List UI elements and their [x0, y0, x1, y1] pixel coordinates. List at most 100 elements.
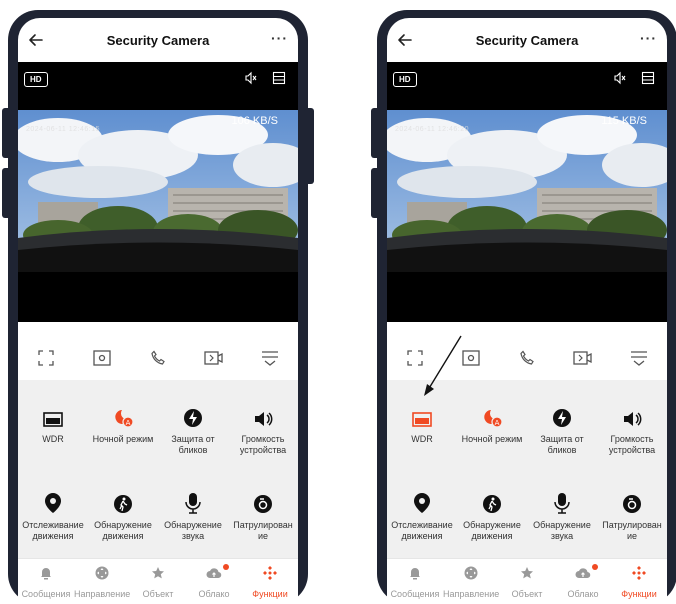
phone-side-button [371, 108, 381, 158]
layout-icon[interactable] [272, 71, 286, 85]
annotation-arrow-icon [424, 335, 462, 396]
feature-label: Защита от бликов [540, 434, 584, 455]
tab-label: Сообщения [390, 589, 440, 599]
tab-messages[interactable]: Сообщения [18, 559, 74, 604]
tab-object[interactable]: Объект [130, 559, 186, 604]
star-icon [152, 567, 164, 579]
record-video-icon[interactable] [202, 346, 226, 370]
feature-motion-detection[interactable]: Обнаружение движения [88, 488, 158, 542]
tab-functions[interactable]: Функции [242, 559, 298, 604]
anti-flicker-icon [553, 409, 571, 427]
night-mode-icon: A [484, 410, 503, 428]
phone-call-icon[interactable] [146, 346, 170, 370]
microphone-icon [554, 493, 570, 514]
feature-night-mode[interactable]: A Ночной режим [88, 402, 158, 445]
hd-toggle[interactable]: HD [24, 72, 48, 87]
joystick-icon [95, 566, 109, 580]
page-title: Security Camera [106, 32, 210, 48]
tab-object[interactable]: Объект [499, 559, 555, 604]
collapse-menu-icon[interactable] [258, 346, 282, 370]
volume-icon [624, 412, 642, 426]
tab-label: Облако [567, 589, 599, 599]
features-panel: WDR A Ночной режим Защита от бликов Гром… [387, 380, 667, 558]
feature-label: Отслеживание движения [22, 520, 84, 541]
tab-label: Объект [142, 589, 174, 599]
camera-feed-image [387, 110, 667, 272]
bell-icon [410, 568, 420, 580]
tab-direction[interactable]: Направление [74, 559, 130, 604]
control-bar [18, 336, 298, 380]
feature-label: Громкость устройства [608, 434, 656, 455]
features-panel: WDR A Ночной режим Защита от бликов Гром… [18, 380, 298, 558]
feature-patrol[interactable]: Патрулирован ие [228, 488, 298, 542]
more-options-icon[interactable]: ··· [271, 30, 288, 46]
bitrate-readout: 106 KB/S [231, 115, 278, 127]
tab-direction[interactable]: Направление [443, 559, 499, 604]
feature-label: Громкость устройства [239, 434, 287, 455]
mute-icon[interactable] [244, 71, 258, 85]
collapse-menu-icon[interactable] [627, 346, 651, 370]
phone-side-button [2, 168, 12, 218]
feature-night-mode[interactable]: A Ночной режим [457, 402, 527, 445]
feature-motion-detection[interactable]: Обнаружение движения [457, 488, 527, 542]
tab-label: Сообщения [21, 589, 71, 599]
feature-anti-flicker[interactable]: Защита от бликов [527, 402, 597, 456]
tab-messages[interactable]: Сообщения [387, 559, 443, 604]
phone-call-icon[interactable] [515, 346, 539, 370]
feature-wdr[interactable]: WDR [387, 402, 457, 445]
tab-label: Объект [511, 589, 543, 599]
feature-label: Обнаружение звука [533, 520, 591, 541]
feature-volume[interactable]: Громкость устройства [597, 402, 667, 456]
bell-icon [41, 568, 51, 580]
bitrate-readout: 115 KB/S [601, 115, 647, 127]
feature-anti-flicker[interactable]: Защита от бликов [158, 402, 228, 456]
page-title: Security Camera [475, 32, 579, 48]
tab-label: Облако [198, 589, 230, 599]
back-arrow-icon[interactable] [26, 30, 46, 50]
feature-label: Обнаружение звука [164, 520, 222, 541]
feature-sound-detection[interactable]: Обнаружение звука [158, 488, 228, 542]
svg-text:A: A [495, 419, 500, 427]
night-mode-icon: A [115, 410, 134, 428]
functions-icon [263, 566, 277, 580]
tab-functions[interactable]: Функции [611, 559, 667, 604]
phone-side-button [371, 168, 381, 218]
feature-motion-tracking[interactable]: Отслеживание движения [18, 488, 88, 542]
joystick-icon [464, 566, 478, 580]
phone-side-button [304, 108, 314, 184]
bottom-tab-bar: Сообщения Направление Объект Облако Функ… [387, 558, 667, 604]
microphone-icon [185, 493, 201, 514]
top-bar: Security Camera ··· [387, 18, 667, 62]
hd-toggle[interactable]: HD [393, 72, 417, 87]
feature-wdr[interactable]: WDR [18, 402, 88, 445]
video-player[interactable]: HD [18, 62, 298, 322]
feature-volume[interactable]: Громкость устройства [228, 402, 298, 456]
volume-icon [255, 412, 273, 426]
location-pin-icon [45, 493, 61, 513]
back-arrow-icon[interactable] [395, 30, 415, 50]
screenshot-icon[interactable] [90, 346, 114, 370]
bottom-tab-bar: Сообщения Направление Объект Облако Функ… [18, 558, 298, 604]
feature-sound-detection[interactable]: Обнаружение звука [527, 488, 597, 542]
phone-frame-right: Security Camera ··· HD 115 KB/S 2024-06-… [371, 10, 676, 604]
feature-motion-tracking[interactable]: Отслеживание движения [387, 488, 457, 542]
top-bar: Security Camera ··· [18, 18, 298, 62]
feature-label: Патрулирован ие [233, 520, 293, 541]
video-player[interactable]: HD [387, 62, 667, 322]
layout-icon[interactable] [641, 71, 655, 85]
mute-icon[interactable] [613, 71, 627, 85]
cloud-icon [206, 568, 222, 579]
patrol-icon [623, 495, 641, 513]
fullscreen-icon[interactable] [34, 346, 58, 370]
wdr-icon [43, 412, 63, 427]
tab-cloud[interactable]: Облако [555, 559, 611, 604]
feature-label: Защита от бликов [171, 434, 215, 455]
patrol-icon [254, 495, 272, 513]
location-pin-icon [414, 493, 430, 513]
feature-patrol[interactable]: Патрулирован ие [597, 488, 667, 542]
feature-label: Ночной режим [92, 434, 154, 444]
timestamp-overlay: 2024-06-11 12:46:20 [395, 126, 469, 133]
record-video-icon[interactable] [571, 346, 595, 370]
more-options-icon[interactable]: ··· [640, 30, 657, 46]
tab-cloud[interactable]: Облако [186, 559, 242, 604]
